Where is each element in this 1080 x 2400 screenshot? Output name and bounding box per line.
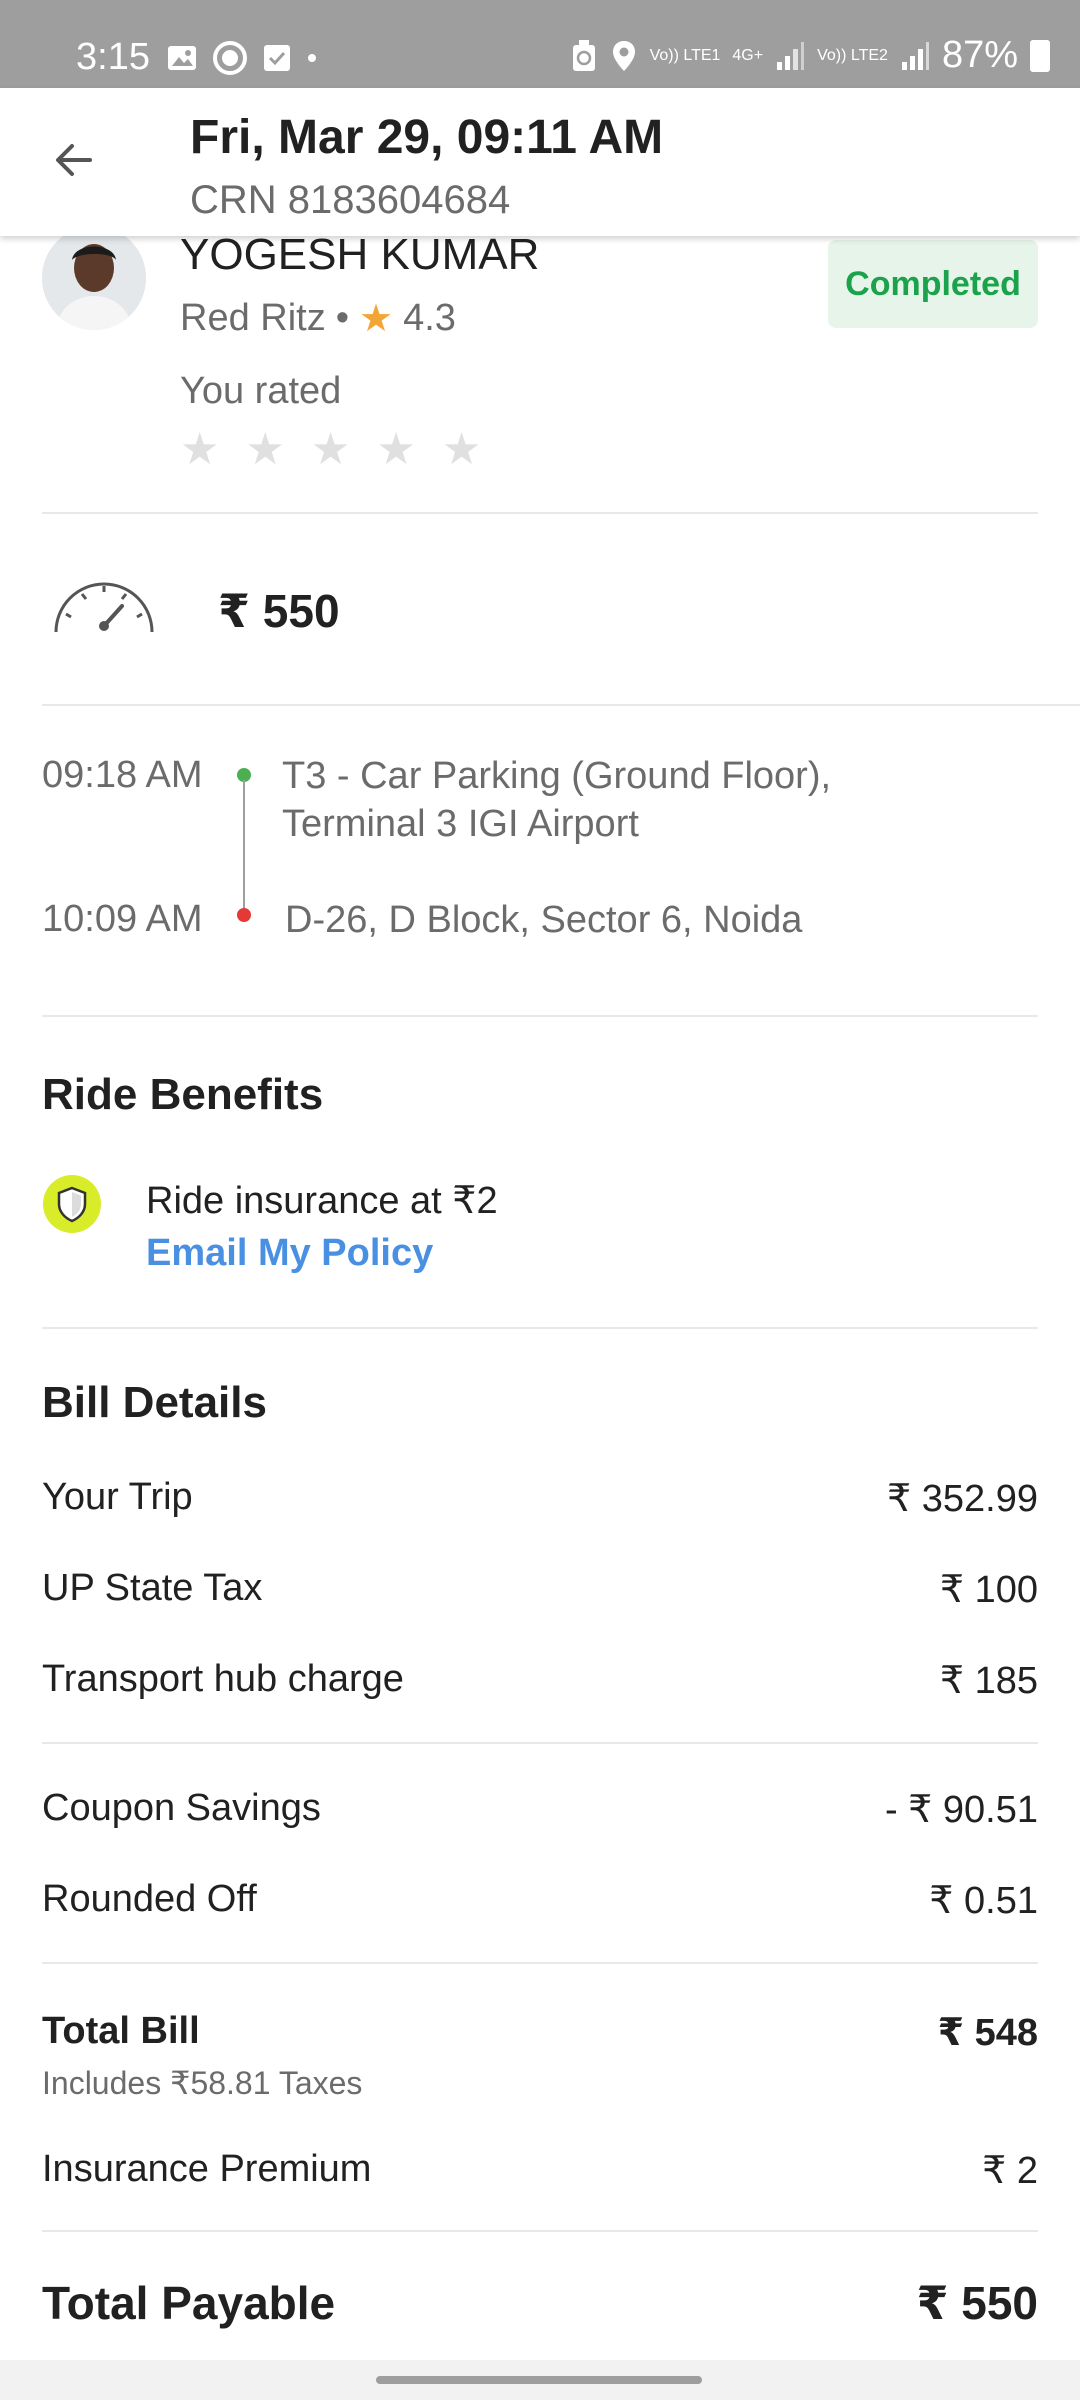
recycle-icon <box>572 39 595 71</box>
circle-icon <box>213 41 247 75</box>
app-header: Fri, Mar 29, 09:11 AM CRN 8183604684 <box>0 88 1080 236</box>
speedometer-icon <box>54 582 154 633</box>
drop-time: 10:09 AM <box>42 898 203 940</box>
crn-number: CRN 8183604684 <box>190 178 511 222</box>
total-payable-label: Total Payable <box>42 2277 336 2329</box>
rating-star-5-icon[interactable]: ★ <box>442 424 481 476</box>
network-lte2: Vo)) LTE2 <box>817 46 888 64</box>
insurance-premium-value: ₹ 2 <box>982 2150 1038 2192</box>
notification-icons <box>166 40 318 76</box>
divider <box>42 704 1080 706</box>
rating-star-1-icon[interactable]: ★ <box>180 424 219 476</box>
you-rated-label: You rated <box>180 370 342 412</box>
rating-star-4-icon[interactable]: ★ <box>376 424 415 476</box>
checkbox-icon <box>264 45 290 71</box>
rating-star-2-icon[interactable]: ★ <box>245 424 284 476</box>
total-bill-row: Total Bill ₹ 548 <box>42 2010 1038 2055</box>
network-4g: 4G+ <box>732 46 764 64</box>
car-model: Red Ritz <box>180 297 326 339</box>
route-line <box>243 780 245 912</box>
divider <box>42 512 1038 514</box>
divider <box>42 1327 1038 1329</box>
bill-details-title: Bill Details <box>42 1378 267 1427</box>
system-icons: Vo)) LTE1 4G+ Vo)) LTE2 87% <box>570 34 1050 77</box>
battery-icon <box>1030 39 1050 72</box>
status-time: 3:15 <box>76 36 150 78</box>
bill-row: Coupon Savings - ₹ 90.51 <box>42 1787 1038 1832</box>
bill-value: ₹ 100 <box>939 1569 1038 1611</box>
ride-benefits-title: Ride Benefits <box>42 1070 324 1119</box>
divider <box>42 2230 1038 2232</box>
star-icon: ★ <box>359 298 394 340</box>
pickup-address-line-2: Terminal 3 IGI Airport <box>282 803 639 845</box>
bill-label: UP State Tax <box>42 1567 263 1609</box>
bill-row: Rounded Off ₹ 0.51 <box>42 1878 1038 1923</box>
divider <box>42 1742 1038 1744</box>
battery-percent: 87% <box>941 34 1018 76</box>
rating-star-3-icon[interactable]: ★ <box>311 424 350 476</box>
bill-label: Your Trip <box>42 1476 193 1518</box>
bill-value: ₹ 185 <box>939 1660 1038 1702</box>
drop-address: D-26, D Block, Sector 6, Noida <box>285 899 803 941</box>
back-arrow-icon[interactable] <box>44 130 104 190</box>
status-bar: 3:15 Vo)) LTE1 4G+ Vo)) LTE2 87% <box>0 0 1080 88</box>
home-gesture-handle[interactable] <box>376 2376 702 2384</box>
driver-rating: 4.3 <box>403 297 456 339</box>
location-icon <box>612 40 635 71</box>
insurance-premium-row: Insurance Premium ₹ 2 <box>42 2148 1038 2193</box>
ride-date-title: Fri, Mar 29, 09:11 AM <box>190 111 664 164</box>
divider <box>42 1962 1038 1964</box>
signal-icon <box>777 41 805 70</box>
bill-label: Coupon Savings <box>42 1787 321 1829</box>
bill-label: Transport hub charge <box>42 1658 404 1700</box>
bill-value: ₹ 352.99 <box>887 1478 1038 1520</box>
gallery-icon <box>168 46 196 70</box>
driver-name: YOGESH KUMAR <box>180 230 540 279</box>
bill-value: ₹ 0.51 <box>929 1880 1038 1922</box>
total-payable-value: ₹ 550 <box>916 2277 1038 2329</box>
taxes-note: Includes ₹58.81 Taxes <box>42 2065 363 2101</box>
shield-icon <box>43 1175 101 1233</box>
signal-2-icon <box>901 41 929 70</box>
total-bill-value: ₹ 548 <box>937 2012 1038 2054</box>
email-policy-link[interactable]: Email My Policy <box>146 1232 433 1275</box>
insurance-text: Ride insurance at ₹2 <box>146 1180 498 1222</box>
status-badge: Completed <box>828 240 1038 328</box>
network-lte1: Vo)) LTE1 <box>649 46 721 64</box>
navigation-bar <box>0 2360 1080 2400</box>
pickup-address: T3 - Car Parking (Ground Floor), Termina… <box>282 752 831 848</box>
driver-avatar <box>42 226 146 330</box>
drop-dot-icon <box>237 908 251 922</box>
total-bill-label: Total Bill <box>42 2010 200 2052</box>
divider <box>42 1015 1038 1017</box>
rating-stars[interactable]: ★ ★ ★ ★ ★ <box>180 424 481 476</box>
fare-amount: ₹ 550 <box>218 585 340 637</box>
driver-car-info: Red Ritz • ★ 4.3 <box>180 296 456 341</box>
insurance-premium-label: Insurance Premium <box>42 2148 372 2190</box>
separator-dot: • <box>335 297 350 339</box>
bill-label: Rounded Off <box>42 1878 257 1920</box>
bill-row: Transport hub charge ₹ 185 <box>42 1658 1038 1703</box>
pickup-time: 09:18 AM <box>42 754 203 796</box>
bill-value: - ₹ 90.51 <box>884 1789 1038 1831</box>
total-payable-row: Total Payable ₹ 550 <box>42 2276 1038 2330</box>
bill-row: UP State Tax ₹ 100 <box>42 1567 1038 1612</box>
dot-icon <box>308 54 316 62</box>
pickup-address-line-1: T3 - Car Parking (Ground Floor), <box>282 755 832 797</box>
bill-row: Your Trip ₹ 352.99 <box>42 1476 1038 1521</box>
